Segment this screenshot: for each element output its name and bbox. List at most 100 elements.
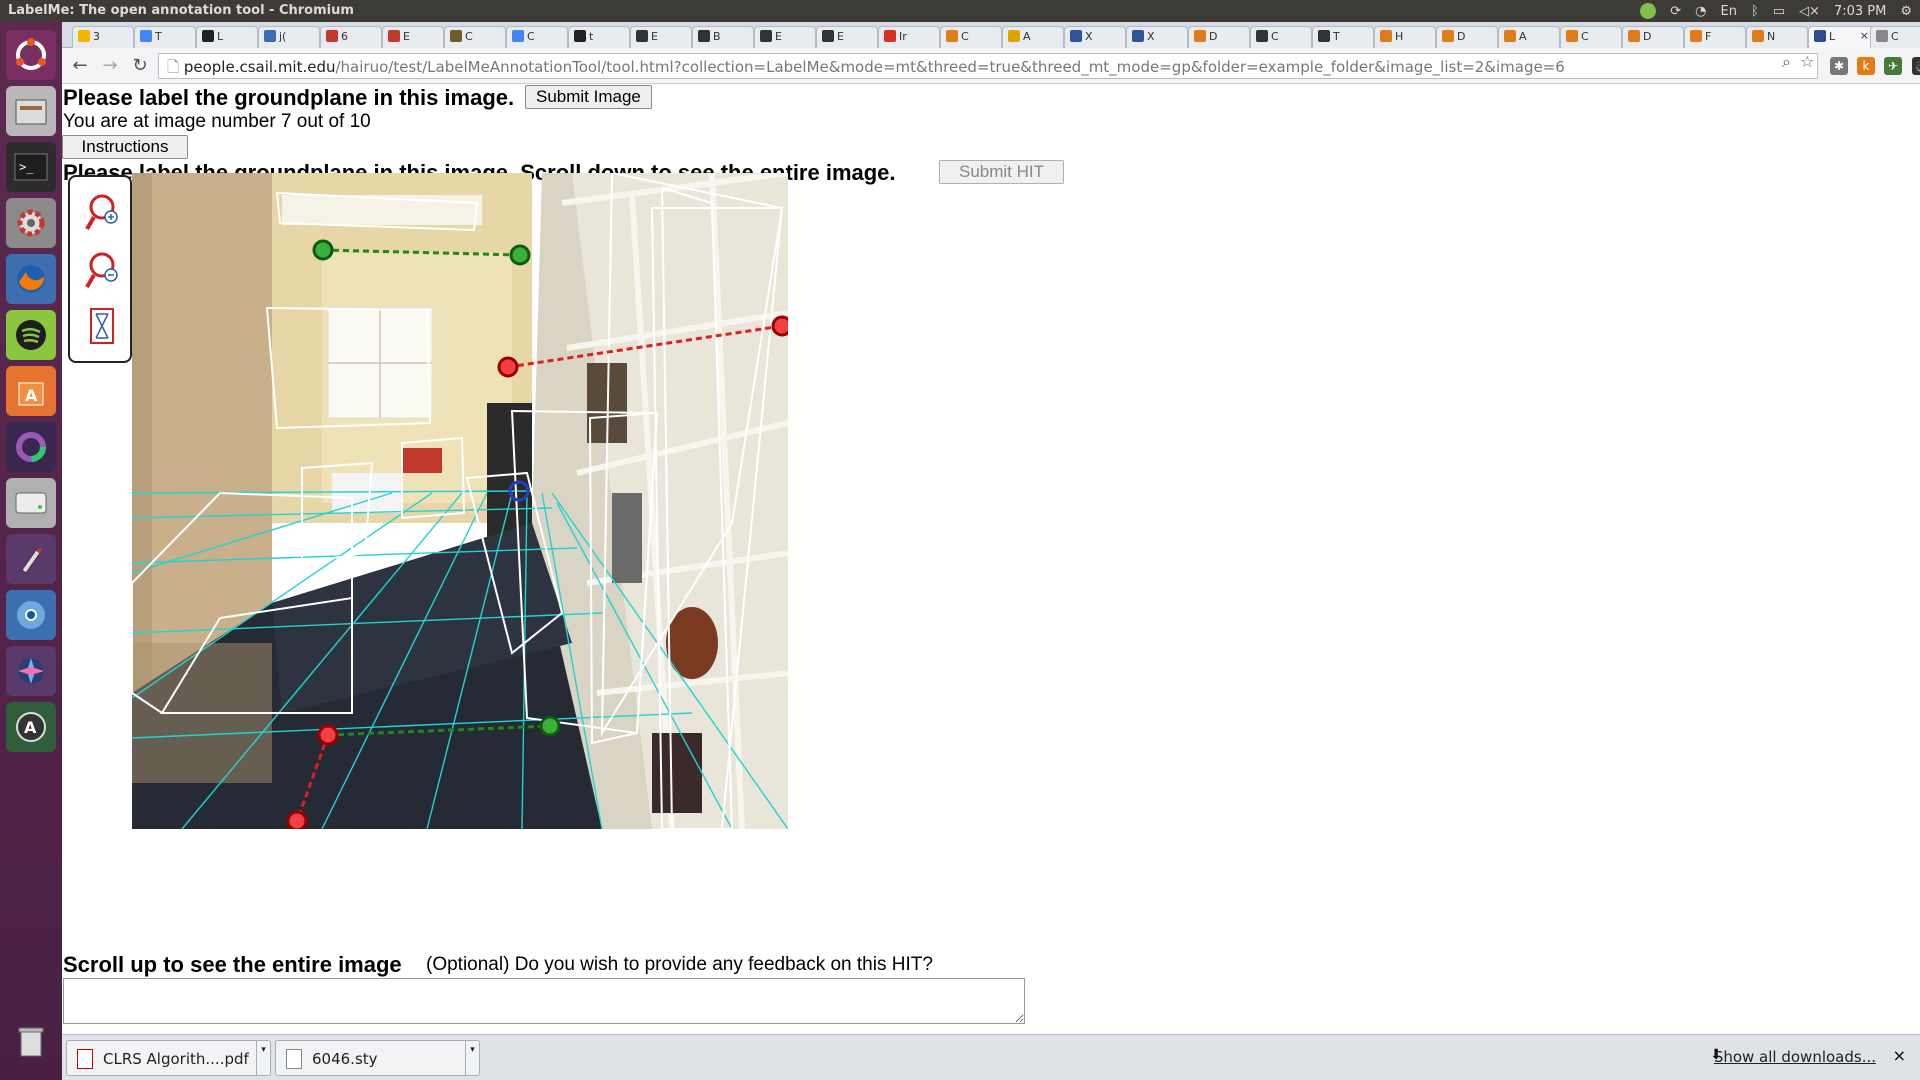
browser-tab[interactable]: E [754, 26, 816, 48]
update-manager-icon[interactable]: A [6, 702, 56, 752]
address-bar[interactable]: 🗋 people.csail.mit.edu/hairuo/test/Label… [158, 53, 1818, 79]
gear-icon[interactable]: ⚙ [1900, 4, 1912, 19]
download-filename: CLRS Algorith....pdf [103, 1050, 249, 1068]
tab-close-icon[interactable]: × [1860, 29, 1869, 42]
tab-label: j( [279, 30, 287, 43]
browser-tab[interactable]: C [940, 26, 1002, 48]
submit-image-button[interactable]: Submit Image [525, 85, 652, 109]
bluetooth-icon[interactable]: ᛒ [1751, 4, 1759, 19]
browser-tab[interactable]: D [1436, 26, 1498, 48]
browser-tab[interactable]: E [816, 26, 878, 48]
annotation-canvas[interactable] [132, 173, 788, 829]
close-download-shelf-icon[interactable]: × [1893, 1046, 1906, 1065]
browser-tab[interactable]: X [1126, 26, 1188, 48]
keyboard-layout-indicator[interactable]: En [1721, 4, 1737, 19]
chevron-down-icon[interactable]: ▾ [465, 1041, 479, 1075]
reload-icon[interactable]: ↻ [128, 54, 152, 78]
download-item[interactable]: CLRS Algorith....pdf ▾ [66, 1040, 271, 1076]
wifi-icon[interactable]: ◔ [1695, 4, 1706, 19]
browser-tab[interactable]: F [1684, 26, 1746, 48]
browser-tab[interactable]: D [1188, 26, 1250, 48]
forward-arrow-icon[interactable]: → [98, 54, 122, 78]
feedback-textarea[interactable] [63, 978, 1025, 1024]
extension-satellite-icon[interactable]: ✈ [1884, 57, 1902, 75]
browser-tab[interactable]: T [1312, 26, 1374, 48]
files-icon[interactable] [6, 86, 56, 136]
back-arrow-icon[interactable]: ← [68, 54, 92, 78]
chromium-icon[interactable] [6, 590, 56, 640]
tab-favicon-icon [1194, 30, 1206, 42]
extension-k-icon[interactable]: k [1857, 57, 1875, 75]
browser-tab[interactable]: E [630, 26, 692, 48]
tab-label: A [1023, 30, 1031, 43]
instructions-button[interactable]: Instructions [62, 135, 188, 159]
zoom-in-icon[interactable] [84, 191, 120, 233]
browser-tab[interactable]: A [1498, 26, 1560, 48]
firefox-icon[interactable] [6, 254, 56, 304]
tab-favicon-icon [574, 30, 586, 42]
tab-favicon-icon [1690, 30, 1702, 42]
browser-tab[interactable]: X [1064, 26, 1126, 48]
browser-tab[interactable]: D [1622, 26, 1684, 48]
menu-icon[interactable]: ≡ [1910, 54, 1920, 78]
browser-tab[interactable]: T [134, 26, 196, 48]
browser-tab[interactable]: A [1002, 26, 1064, 48]
tab-favicon-icon [1814, 30, 1826, 42]
submit-hit-button[interactable]: Submit HIT [939, 160, 1064, 184]
disk-icon[interactable] [6, 478, 56, 528]
paint-icon[interactable] [6, 534, 56, 584]
volume-muted-icon[interactable]: ◁× [1799, 4, 1820, 19]
browser-tab[interactable]: L [196, 26, 258, 48]
browser-tab[interactable]: Ir [878, 26, 940, 48]
browser-tab[interactable]: C [506, 26, 568, 48]
extension-puzzle-icon[interactable]: ✱ [1830, 57, 1848, 75]
spotify-icon[interactable] [6, 310, 56, 360]
tab-label: D [1209, 30, 1218, 43]
bookmark-star-icon[interactable]: ☆ [1800, 52, 1814, 71]
system-settings-icon[interactable] [6, 198, 56, 248]
browser-tab[interactable]: C [1560, 26, 1622, 48]
spotify-tray-icon[interactable] [1640, 3, 1657, 19]
browser-tab[interactable]: H [1374, 26, 1436, 48]
tab-active[interactable]: L × [1808, 26, 1874, 49]
clock[interactable]: 7:03 PM [1834, 4, 1886, 19]
zoom-out-icon[interactable] [84, 249, 120, 291]
show-all-downloads-link[interactable]: Show all downloads... [1714, 1048, 1876, 1066]
zoom-magnifier-icon[interactable]: ⌕ [1782, 52, 1791, 72]
red-handle [317, 724, 339, 746]
chevron-down-icon[interactable]: ▾ [256, 1041, 270, 1075]
browser-tab[interactable]: N [1746, 26, 1808, 48]
red-handle [286, 810, 308, 829]
tab-favicon-icon [1318, 30, 1330, 42]
tab-favicon-icon [1876, 30, 1888, 42]
browser-tab[interactable]: t [568, 26, 630, 48]
fit-image-icon[interactable] [84, 305, 120, 347]
tab-label: D [1457, 30, 1466, 43]
browser-tab[interactable]: j( [258, 26, 320, 48]
tab-label: H [1395, 30, 1404, 43]
green-handle [509, 244, 531, 266]
browser-tab[interactable]: B [692, 26, 754, 48]
browser-tab[interactable]: 6 [320, 26, 382, 48]
trash-icon[interactable] [6, 1016, 56, 1066]
battery-icon[interactable]: ▭ [1773, 4, 1785, 19]
shutter-icon[interactable] [6, 646, 56, 696]
tab-label: B [713, 30, 721, 43]
tab-favicon-icon [1256, 30, 1268, 42]
download-item[interactable]: 6046.sty ▾ [275, 1040, 480, 1076]
browser-tab[interactable]: C [1870, 26, 1920, 48]
browser-tab[interactable]: E [382, 26, 444, 48]
tab-label: L [217, 30, 224, 43]
browser-tab[interactable]: C [1250, 26, 1312, 48]
tab-favicon-icon [946, 30, 958, 42]
browser-tab[interactable]: C [444, 26, 506, 48]
unity-tweak-icon[interactable] [6, 422, 56, 472]
browser-tab[interactable]: 3 [72, 26, 134, 48]
terminal-icon[interactable]: >_ [6, 142, 56, 192]
sync-icon[interactable]: ⟳ [1670, 4, 1681, 19]
ubuntu-dash-icon[interactable] [6, 30, 56, 80]
tab-favicon-icon [1628, 30, 1640, 42]
tab-favicon-icon [264, 30, 276, 42]
scroll-up-hint: Scroll up to see the entire image [63, 952, 402, 977]
software-center-icon[interactable]: A [6, 366, 56, 416]
